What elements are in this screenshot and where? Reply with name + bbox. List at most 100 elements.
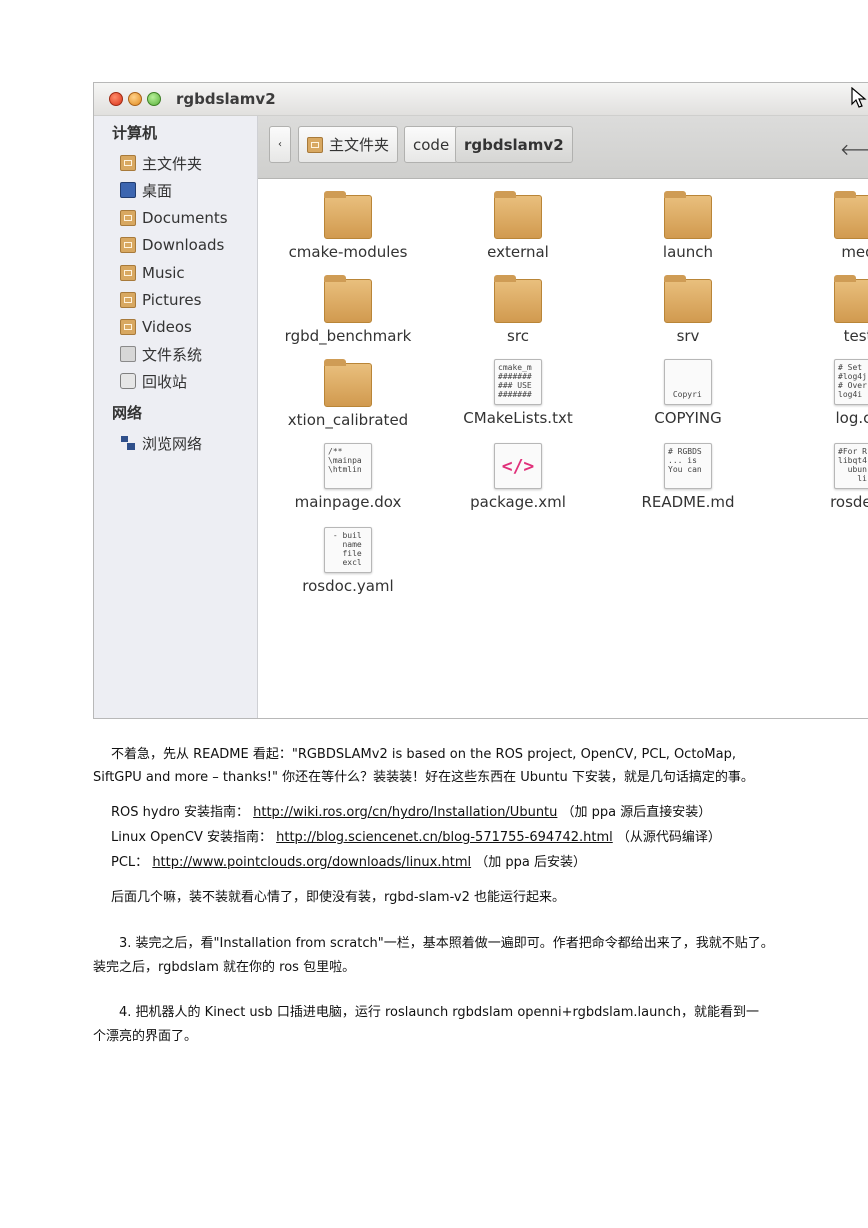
sidebar-item-label: 桌面 (142, 181, 173, 200)
file-name: external (487, 243, 549, 261)
text-file-icon: # RGBDS ... is You can (664, 443, 712, 489)
paragraph-readme-line2: SiftGPU and more – thanks!" 你还在等什么？装装装！好… (93, 770, 754, 785)
file-item[interactable]: </> package.xml (443, 443, 593, 511)
folder-icon (324, 359, 372, 407)
text-file-icon: - buil name file excl (324, 527, 372, 573)
file-item[interactable]: - buil name file excl rosdoc.yaml (273, 527, 423, 595)
sidebar-item-trash[interactable]: 回收站 (120, 370, 187, 392)
sidebar-item-videos[interactable]: Videos (120, 316, 192, 338)
breadcrumb-code[interactable]: code (404, 126, 459, 163)
network-icon (120, 435, 136, 451)
folder-icon (834, 275, 868, 323)
file-item[interactable]: # Set #log4j # Over log4i log.co (783, 359, 868, 427)
sidebar-item-label: Downloads (142, 236, 225, 254)
sidebar-item-label: 主文件夹 (142, 154, 203, 173)
file-item[interactable]: cmake-modules (273, 191, 423, 261)
pcl-install-link[interactable]: http://www.pointclouds.org/downloads/lin… (152, 855, 471, 870)
file-name: package.xml (470, 493, 566, 511)
minimize-window-button[interactable] (128, 92, 142, 106)
file-name: log.co (835, 409, 868, 427)
paragraph-readme-line1: 不着急，先从 README 看起："RGBDSLAMv2 is based on… (111, 747, 736, 762)
file-item[interactable]: # RGBDS ... is You can README.md (613, 443, 763, 511)
text-file-icon: # Set #log4j # Over log4i (834, 359, 868, 405)
file-item[interactable]: xtion_calibrated (273, 359, 423, 429)
breadcrumb-current[interactable]: rgbdslamv2 (455, 126, 573, 163)
text-file-icon: #For R libqt4 ubun li (834, 443, 868, 489)
xml-file-icon: </> (494, 443, 542, 489)
sidebar-item-pictures[interactable]: Pictures (120, 289, 201, 311)
folder-icon (324, 275, 372, 323)
file-item[interactable]: launch (613, 191, 763, 261)
file-name: xtion_calibrated (287, 411, 409, 429)
file-item[interactable]: external (443, 191, 593, 261)
install-line-pcl: PCL： http://www.pointclouds.org/download… (111, 851, 586, 874)
install-line-opencv: Linux OpenCV 安装指南： http://blog.sciencene… (111, 826, 721, 849)
downloads-folder-icon (120, 237, 136, 253)
folder-icon (494, 275, 542, 323)
folder-icon (664, 191, 712, 239)
file-item[interactable]: Copyri COPYING (613, 359, 763, 427)
folder-icon (834, 191, 868, 239)
file-item[interactable]: test (783, 275, 868, 345)
sidebar-item-home[interactable]: 主文件夹 (120, 152, 202, 174)
videos-folder-icon (120, 319, 136, 335)
breadcrumb-label: 主文件夹 (329, 136, 390, 154)
file-name: test (843, 327, 868, 345)
file-item[interactable]: #For R libqt4 ubun li rosdep. (783, 443, 868, 511)
paragraph-step3-line1: 3. 装完之后，看"Installation from scratch"一栏，基… (119, 936, 774, 951)
file-name: mainpage.dox (294, 493, 402, 511)
folder-icon (324, 191, 372, 239)
file-item[interactable]: cmake_m ####### ### USE ####### CMakeList… (443, 359, 593, 427)
paragraph-step4-line2: 个漂亮的界面了。 (93, 1029, 198, 1044)
install-line-prefix: ROS hydro 安装指南： (111, 805, 249, 820)
file-name: cmake-modules (288, 243, 408, 261)
file-name: srv (676, 327, 700, 345)
sidebar-item-label: Videos (142, 318, 192, 336)
install-line-suffix: （加 ppa 源后直接安装） (561, 805, 712, 820)
opencv-install-link[interactable]: http://blog.sciencenet.cn/blog-571755-69… (276, 830, 613, 845)
drive-icon (120, 346, 136, 362)
sidebar-item-documents[interactable]: Documents (120, 207, 228, 229)
home-folder-icon (307, 136, 323, 153)
paragraph-step3-line2: 装完之后，rgbdslam 就在你的 ros 包里啦。 (93, 960, 356, 975)
window-title: rgbdslamv2 (176, 90, 276, 108)
file-item[interactable]: med (783, 191, 868, 261)
sidebar-item-browse-network[interactable]: 浏览网络 (120, 432, 202, 454)
music-folder-icon (120, 265, 136, 281)
text-file-icon: /** \mainpa \htmlin (324, 443, 372, 489)
folder-icon (494, 191, 542, 239)
file-name: README.md (641, 493, 735, 511)
text-file-icon: Copyri (664, 359, 712, 405)
file-manager-window: rgbdslamv2 计算机 主文件夹 桌面 Documents Downloa… (93, 82, 868, 719)
breadcrumb-home[interactable]: 主文件夹 (298, 126, 399, 163)
sidebar-item-label: 回收站 (142, 372, 188, 391)
sidebar-item-label: 浏览网络 (142, 434, 203, 453)
path-bar: ‹ 主文件夹 code rgbdslamv2 🡐 (258, 116, 868, 179)
sidebar-item-label: Music (142, 264, 185, 282)
install-line-suffix: （加 ppa 后安装） (475, 855, 586, 870)
file-name: rosdep. (830, 493, 868, 511)
sidebar-item-desktop[interactable]: 桌面 (120, 179, 172, 201)
sidebar-item-music[interactable]: Music (120, 262, 185, 284)
sidebar-item-filesystem[interactable]: 文件系统 (120, 343, 202, 365)
folder-icon (664, 275, 712, 323)
file-item[interactable]: src (443, 275, 593, 345)
maximize-window-button[interactable] (147, 92, 161, 106)
path-back-button[interactable]: ‹ (269, 126, 291, 163)
install-line-suffix: （从源代码编译） (616, 830, 721, 845)
desktop-icon (120, 182, 136, 198)
close-window-button[interactable] (109, 92, 123, 106)
pictures-folder-icon (120, 292, 136, 308)
sidebar-item-downloads[interactable]: Downloads (120, 234, 224, 256)
file-item[interactable]: /** \mainpa \htmlin mainpage.dox (273, 443, 423, 511)
arrow-left-icon[interactable]: 🡐 (840, 139, 868, 159)
file-name: rosdoc.yaml (302, 577, 394, 595)
sidebar-section-network: 网络 (112, 404, 143, 422)
file-item[interactable]: srv (613, 275, 763, 345)
file-name: COPYING (654, 409, 722, 427)
ros-install-link[interactable]: http://wiki.ros.org/cn/hydro/Installatio… (253, 805, 557, 820)
file-name: rgbd_benchmark (284, 327, 412, 345)
file-item[interactable]: rgbd_benchmark (273, 275, 423, 345)
places-sidebar: 计算机 主文件夹 桌面 Documents Downloads Music Pi… (94, 116, 258, 718)
file-grid: cmake-modules external launch med rgbd_bench… (258, 179, 868, 718)
